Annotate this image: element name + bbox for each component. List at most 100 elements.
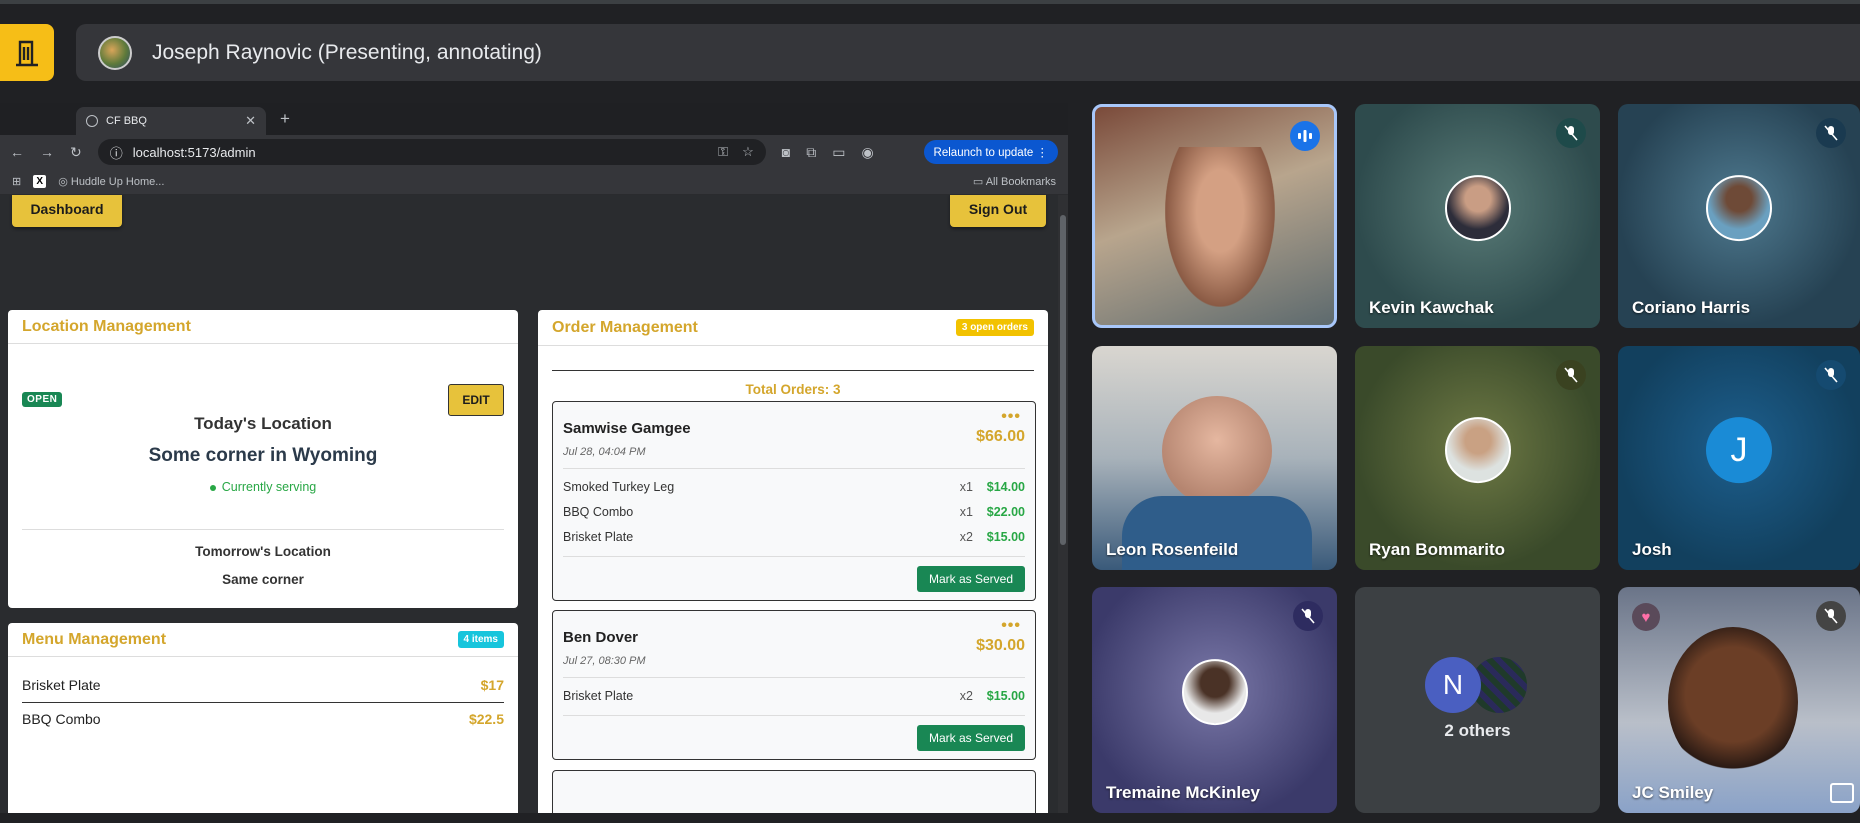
open-orders-badge: 3 open orders xyxy=(955,319,1034,336)
participant-tile[interactable]: J Josh xyxy=(1618,346,1860,570)
mic-off-icon xyxy=(1816,601,1846,631)
participant-tile[interactable]: Leon Rosenfeild xyxy=(1092,346,1337,570)
participant-initial-avatar: J xyxy=(1706,417,1772,484)
scrollbar-thumb[interactable] xyxy=(1060,215,1066,545)
menu-item[interactable]: Brisket Plate $17 xyxy=(22,677,504,693)
more-options-icon[interactable]: ••• xyxy=(1001,408,1021,426)
browser-tab[interactable]: CF BBQ ✕ xyxy=(76,107,266,135)
bookmark-huddle[interactable]: ◎ Huddle Up Home... xyxy=(58,175,164,188)
back-icon[interactable]: ← xyxy=(10,144,24,160)
video-feed xyxy=(1668,627,1798,777)
heart-reaction-icon: ♥ xyxy=(1632,603,1660,631)
top-strip xyxy=(0,0,1860,4)
dashboard-button[interactable]: Dashboard xyxy=(12,195,122,227)
page-scrollbar[interactable] xyxy=(1058,195,1068,813)
menu-item[interactable]: BBQ Combo $22.5 xyxy=(22,711,504,727)
meet-door-button[interactable] xyxy=(0,24,54,81)
url-text: localhost:5173/admin xyxy=(132,144,256,160)
participant-name: Josh xyxy=(1632,540,1672,559)
camera-icon[interactable]: ◙ xyxy=(782,144,790,160)
menu-card: Menu Management 4 items Brisket Plate $1… xyxy=(8,623,518,813)
close-tab-icon[interactable]: ✕ xyxy=(245,113,256,129)
participant-name: Leon Rosenfeild xyxy=(1106,540,1239,559)
participant-avatar xyxy=(1706,175,1772,242)
participant-tile[interactable]: Tremaine McKinley xyxy=(1092,587,1337,813)
forward-icon[interactable]: → xyxy=(40,144,54,160)
participant-tile-presenter[interactable] xyxy=(1092,104,1337,328)
participant-name: Kevin Kawchak xyxy=(1369,298,1494,317)
participant-initial-avatar: N xyxy=(1425,657,1481,713)
address-row: ← → ↻ ⓘ localhost:5173/admin ⚿ ☆ ◙ ⧉ ▭ ◉… xyxy=(0,135,1068,169)
participant-tile[interactable]: Coriano Harris xyxy=(1618,104,1860,328)
participant-tile[interactable]: ♥ JC Smiley xyxy=(1618,587,1860,813)
mic-off-icon xyxy=(1816,360,1846,390)
tab-title: CF BBQ xyxy=(106,115,147,127)
mic-off-icon xyxy=(1816,118,1846,148)
browser-tab-strip: CF BBQ ✕ + xyxy=(0,103,1068,135)
participant-name: Coriano Harris xyxy=(1632,298,1751,317)
presenter-avatar xyxy=(98,35,132,70)
menu-divider xyxy=(22,702,504,703)
order-separator xyxy=(563,715,1025,716)
order-item: BBQ Combo x1 $22.00 xyxy=(563,505,1025,519)
order-customer: Samwise Gamgee xyxy=(563,420,691,437)
shared-screen: CF BBQ ✕ + ← → ↻ ⓘ localhost:5173/admin … xyxy=(0,103,1068,813)
apps-grid-icon[interactable]: ⊞ xyxy=(12,175,21,188)
order-date: Jul 27, 08:30 PM xyxy=(563,655,646,667)
reload-icon[interactable]: ↻ xyxy=(70,144,82,161)
all-bookmarks[interactable]: ▭ All Bookmarks xyxy=(973,175,1056,188)
password-key-icon[interactable]: ⚿ xyxy=(718,144,728,160)
presenter-bar: Joseph Raynovic (Presenting, annotating) xyxy=(76,24,1860,81)
today-location-value: Some corner in Wyoming xyxy=(148,445,378,466)
order-item: Brisket Plate x2 $15.00 xyxy=(563,530,1025,544)
open-status-badge: OPEN xyxy=(22,392,63,407)
participant-tile[interactable]: Ryan Bommarito xyxy=(1355,346,1600,570)
more-options-icon[interactable]: ••• xyxy=(1001,617,1021,635)
orders-header: Order Management 3 open orders xyxy=(538,310,1048,346)
order-date: Jul 28, 04:04 PM xyxy=(563,446,646,458)
video-feed xyxy=(1165,147,1275,307)
participant-name: Ryan Bommarito xyxy=(1369,540,1506,559)
others-label: 2 others xyxy=(1444,721,1511,740)
x-logo-icon[interactable]: X xyxy=(33,175,47,188)
profile-icon[interactable]: ◉ xyxy=(861,144,873,161)
mark-served-button[interactable]: Mark as Served xyxy=(917,566,1025,592)
participant-avatar xyxy=(1181,659,1248,726)
order-separator xyxy=(563,468,1025,469)
total-orders-label: Total Orders: 3 xyxy=(745,382,841,397)
extensions-icon[interactable]: ⧉ xyxy=(806,144,816,161)
door-icon xyxy=(16,40,38,66)
mic-off-icon xyxy=(1556,118,1586,148)
star-icon[interactable]: ☆ xyxy=(742,144,754,160)
order-separator xyxy=(563,556,1025,557)
globe-icon xyxy=(86,115,98,127)
location-divider xyxy=(22,529,504,530)
relaunch-button[interactable]: Relaunch to update ⋮ xyxy=(923,140,1058,164)
expand-icon[interactable] xyxy=(1830,783,1854,803)
participant-name: JC Smiley xyxy=(1632,783,1714,802)
edit-location-button[interactable]: EDIT xyxy=(448,384,504,416)
presenter-label: Joseph Raynovic (Presenting, annotating) xyxy=(152,40,542,64)
order-card: ••• Samwise Gamgee Jul 28, 04:04 PM $66.… xyxy=(552,401,1036,601)
orders-divider xyxy=(552,370,1034,371)
site-info-icon[interactable]: ⓘ xyxy=(110,143,123,162)
order-total: $66.00 xyxy=(976,428,1025,445)
address-bar[interactable]: ⓘ localhost:5173/admin ⚿ ☆ xyxy=(97,139,766,165)
participant-avatar xyxy=(1444,417,1511,484)
tomorrow-location-title: Tomorrow's Location xyxy=(195,544,331,559)
participant-tile-others[interactable]: N 2 others xyxy=(1355,587,1600,813)
mark-served-button[interactable]: Mark as Served xyxy=(917,725,1025,751)
cast-icon[interactable]: ▭ xyxy=(832,144,845,161)
order-card: ••• Ben Dover Jul 27, 08:30 PM $30.00 Br… xyxy=(552,610,1036,760)
serving-status: Currently serving xyxy=(8,480,518,494)
participant-tile[interactable]: Kevin Kawchak xyxy=(1355,104,1600,328)
sign-out-button[interactable]: Sign Out xyxy=(950,195,1046,227)
mic-off-icon xyxy=(1293,601,1323,631)
order-item: Smoked Turkey Leg x1 $14.00 xyxy=(563,480,1025,494)
order-customer: Ben Dover xyxy=(563,629,639,646)
order-total: $30.00 xyxy=(976,637,1025,654)
tomorrow-location-value: Same corner xyxy=(222,572,304,587)
bookmarks-bar: ⊞ X ◎ Huddle Up Home... ▭ All Bookmarks xyxy=(0,169,1068,195)
new-tab-icon[interactable]: + xyxy=(280,109,290,129)
order-item: Brisket Plate x2 $15.00 xyxy=(563,689,1025,703)
